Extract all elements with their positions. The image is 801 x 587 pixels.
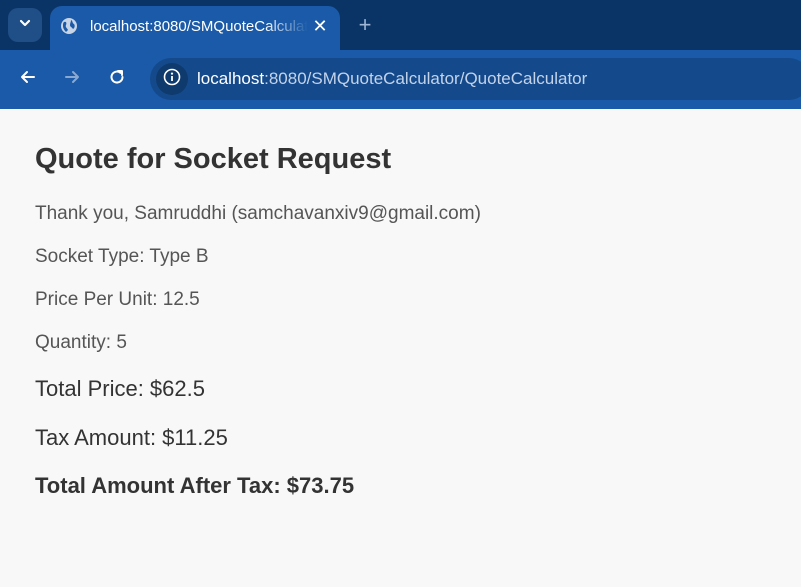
tax-amount: Tax Amount: $11.25	[35, 425, 228, 450]
browser-chrome: localhost:8080/SMQuoteCalculator/QuoteCa…	[0, 0, 801, 109]
tab-title: localhost:8080/SMQuoteCalculator/QuoteCa…	[90, 18, 308, 35]
site-info-button[interactable]	[156, 63, 188, 95]
forward-button[interactable]	[55, 62, 89, 96]
tab-active[interactable]: localhost:8080/SMQuoteCalculator/QuoteCa…	[50, 6, 340, 50]
chevron-down-icon	[18, 16, 32, 35]
navigation-toolbar: localhost:8080/SMQuoteCalculator/QuoteCa…	[0, 50, 801, 109]
address-bar[interactable]: localhost:8080/SMQuoteCalculator/QuoteCa…	[150, 58, 801, 100]
total-price: Total Price: $62.5	[35, 376, 205, 401]
url-text: localhost:8080/SMQuoteCalculator/QuoteCa…	[197, 69, 587, 89]
socket-type: Socket Type: Type B	[35, 246, 209, 267]
page-content: Quote for Socket Request Thank you, Samr…	[0, 109, 801, 587]
back-button[interactable]	[11, 62, 45, 96]
url-path: :8080/SMQuoteCalculator/QuoteCalculator	[264, 69, 588, 88]
new-tab-button[interactable]: +	[352, 12, 378, 38]
reload-icon	[107, 67, 127, 92]
thank-you-message: Thank you, Samruddhi (samchavanxiv9@gmai…	[35, 203, 481, 224]
total-after-tax: Total Amount After Tax: $73.75	[35, 473, 355, 498]
price-per-unit: Price Per Unit: 12.5	[35, 289, 200, 310]
tab-strip: localhost:8080/SMQuoteCalculator/QuoteCa…	[0, 0, 801, 50]
arrow-right-icon	[62, 67, 82, 92]
globe-icon	[60, 17, 78, 35]
close-icon[interactable]: ✕	[310, 16, 330, 36]
info-icon	[163, 68, 181, 91]
tab-list-button[interactable]	[8, 8, 42, 42]
reload-button[interactable]	[100, 62, 134, 96]
page-title: Quote for Socket Request	[35, 143, 392, 175]
quantity: Quantity: 5	[35, 332, 127, 353]
url-host: localhost	[197, 69, 265, 88]
arrow-left-icon	[18, 67, 38, 92]
plus-icon: +	[358, 12, 372, 37]
